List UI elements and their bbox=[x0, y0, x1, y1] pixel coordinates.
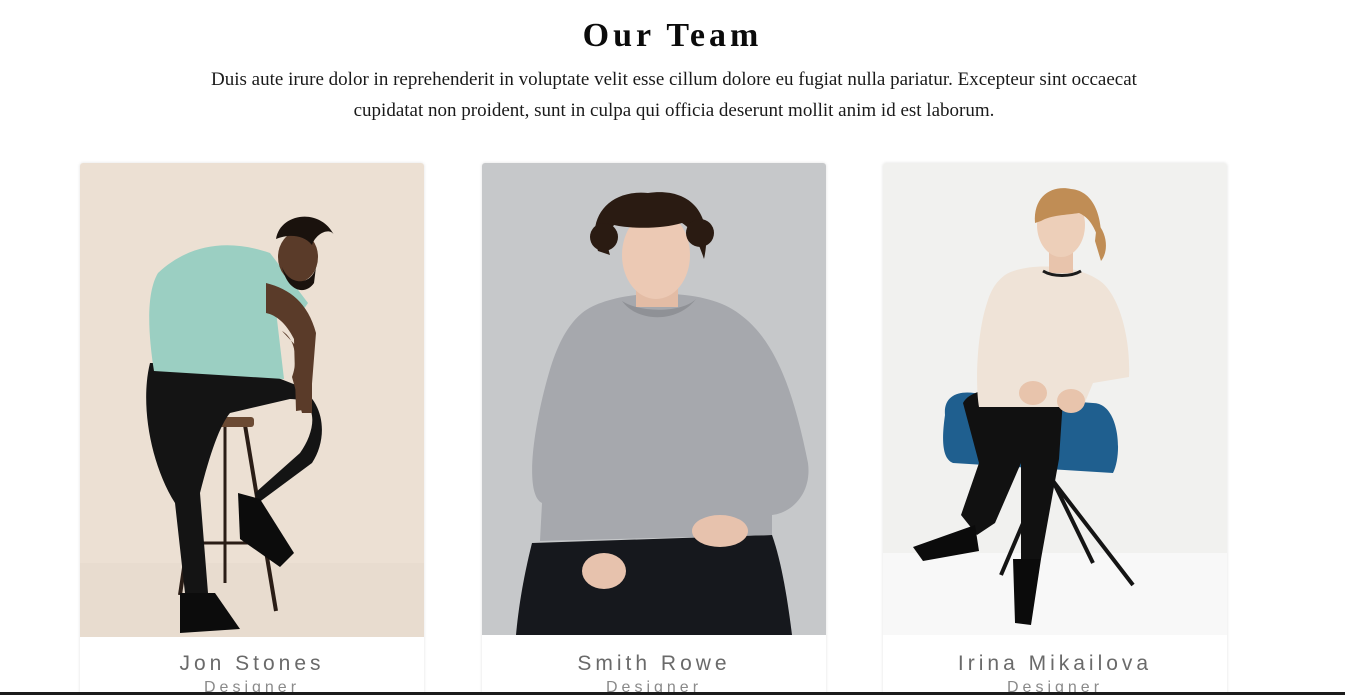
member-name: Jon Stones bbox=[179, 652, 325, 675]
member-name: Smith Rowe bbox=[577, 652, 731, 675]
member-photo-irina-mikailova bbox=[883, 163, 1227, 635]
member-photo-smith-rowe bbox=[482, 163, 826, 635]
section-intro: Duis aute irure dolor in reprehenderit i… bbox=[211, 69, 1137, 121]
team-card-irina-mikailova[interactable]: Irina Mikailova Designer bbox=[883, 163, 1227, 695]
section-title: Our Team bbox=[582, 17, 763, 54]
member-photo-jon-stones bbox=[80, 163, 424, 637]
team-card-jon-stones[interactable]: Jon Stones Designer bbox=[80, 163, 424, 695]
member-name: Irina Mikailova bbox=[957, 652, 1153, 675]
team-card-smith-rowe[interactable]: Smith Rowe Designer bbox=[482, 163, 826, 695]
